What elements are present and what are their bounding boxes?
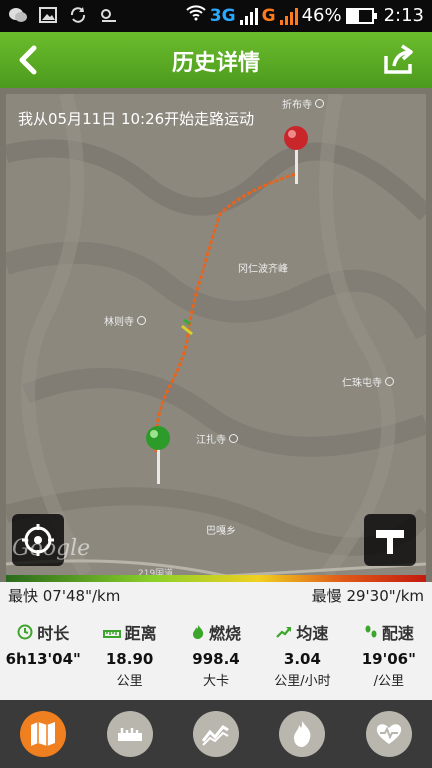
activity-caption: 我从05月11日 10:26开始走路运动	[18, 110, 255, 128]
heart-rate-icon	[376, 724, 401, 744]
stat-unit: 公里/小时	[274, 674, 331, 689]
network-g-label: G	[261, 5, 276, 26]
place-gangren: 冈仁波齐峰	[238, 264, 288, 275]
stat-unit: /公里	[373, 674, 405, 689]
stat-value: 19'06"	[361, 650, 416, 668]
flame-icon	[193, 625, 204, 639]
stat-duration: 时长 6h13'04"	[0, 608, 86, 700]
bottom-tab-bar	[0, 700, 432, 768]
status-bar: 3G G 46% 2:13	[0, 0, 432, 32]
tab-distance[interactable]	[106, 711, 153, 757]
stat-pace: 配速 19'06" /公里	[346, 608, 432, 700]
place-bagai: 巴嘎乡	[206, 526, 236, 537]
share-icon	[384, 44, 413, 74]
stat-value: 18.90	[105, 650, 154, 668]
image-icon	[38, 6, 58, 24]
battery-percent: 46%	[301, 5, 342, 26]
tab-map[interactable]	[20, 711, 67, 757]
google-watermark: Google	[12, 536, 91, 561]
network-3g-label: 3G	[209, 5, 236, 26]
place-renzhutun: 仁珠屯寺	[342, 374, 394, 389]
end-pin-icon[interactable]	[282, 124, 312, 186]
ruler-icon	[117, 728, 142, 741]
footprint-icon	[365, 625, 377, 638]
stat-value: 3.04	[283, 650, 321, 668]
flame-icon	[294, 721, 311, 747]
signal-g-icon	[279, 7, 298, 25]
stat-unit: 大卡	[203, 674, 230, 689]
wifi-icon	[186, 4, 206, 27]
app-header: 历史详情	[0, 32, 432, 88]
ruler-icon	[102, 630, 121, 638]
speed-chart-icon	[201, 725, 229, 746]
page-title: 历史详情	[171, 51, 260, 76]
stat-unit: 公里	[116, 674, 143, 689]
stats-panel: 时长 6h13'04" 距离 18.90 公里 燃烧 998.4 大卡 均速 3…	[0, 608, 432, 700]
signpost-icon	[376, 530, 404, 554]
route-map[interactable]: 折布寺 冈仁波齐峰 林则寺 仁珠屯寺 江扎寺 巴嘎乡	[0, 88, 432, 582]
terrain-layer	[2, 92, 432, 582]
place-zhebu: 折布寺	[282, 96, 324, 111]
map-canvas[interactable]	[2, 92, 432, 582]
share-button[interactable]	[380, 42, 416, 78]
pace-gradient-bar	[6, 575, 426, 582]
place-linze: 林则寺	[104, 313, 146, 328]
pace-range: 最快 07'48"/km 最慢 29'30"/km	[0, 582, 432, 608]
sync-icon	[68, 6, 88, 24]
map-icon	[31, 722, 56, 746]
clock-time: 2:13	[383, 5, 424, 26]
signal-3g-icon	[239, 7, 258, 25]
slowest-pace: 最慢 29'30"/km	[311, 587, 424, 605]
weather-icon	[98, 6, 118, 24]
tab-speed[interactable]	[192, 711, 239, 757]
place-jiangzha: 江扎寺	[196, 431, 238, 446]
tab-calories[interactable]	[279, 711, 326, 757]
fastest-pace: 最快 07'48"/km	[8, 587, 121, 605]
clock-icon	[17, 624, 33, 640]
stat-value: 6h13'04"	[5, 650, 81, 668]
stat-avg-speed: 均速 3.04 公里/小时	[259, 608, 345, 700]
start-pin-icon[interactable]	[144, 424, 174, 486]
stat-value: 998.4	[192, 650, 240, 668]
battery-icon	[345, 7, 377, 24]
map-layer-button[interactable]	[364, 514, 416, 566]
wechat-icon	[8, 6, 28, 24]
stat-distance: 距离 18.90 公里	[86, 608, 172, 700]
trend-arrow-icon	[276, 627, 292, 638]
stat-calories: 燃烧 998.4 大卡	[173, 608, 259, 700]
tab-heart-rate[interactable]	[365, 711, 412, 757]
